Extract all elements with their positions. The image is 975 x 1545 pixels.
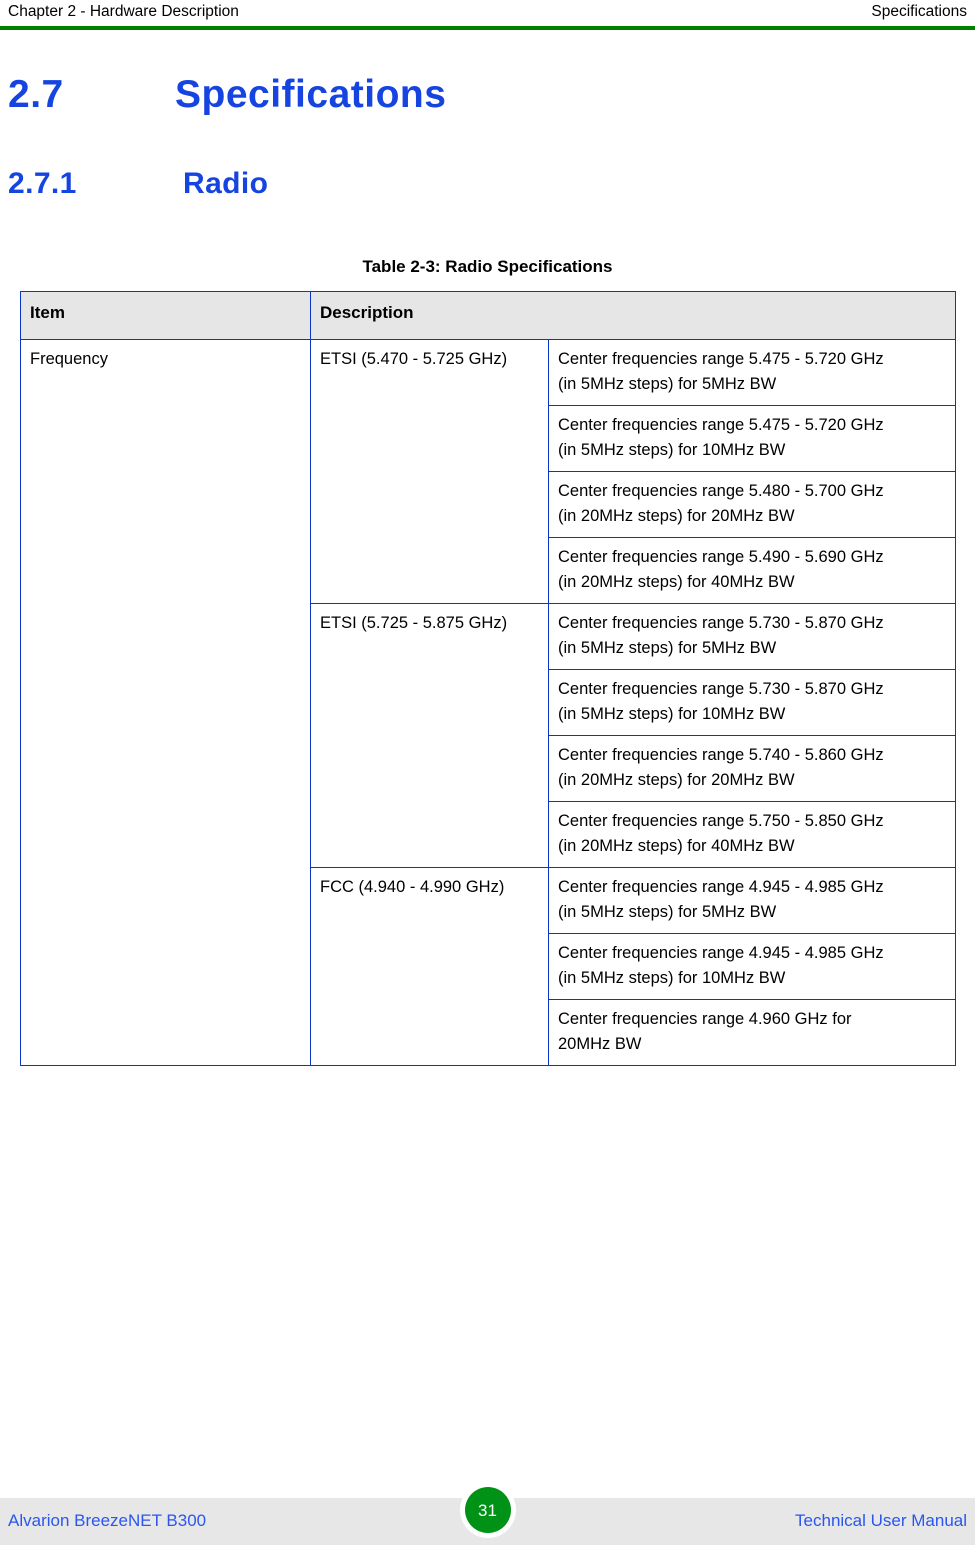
description-line-1: Center frequencies range 5.730 - 5.870 G… xyxy=(558,680,884,698)
header-divider-rule xyxy=(0,26,975,30)
table-caption: Table 2-3: Radio Specifications xyxy=(362,257,613,276)
description-line-2: (in 5MHz steps) for 5MHz BW xyxy=(558,903,777,921)
section-heading-2-7-1: 2.7.1 Radio xyxy=(8,166,268,202)
cell-description: Center frequencies range 4.945 - 4.985 G… xyxy=(548,867,956,934)
header-chapter-label: Chapter 2 - Hardware Description xyxy=(8,3,239,20)
description-line-2: 20MHz BW xyxy=(558,1035,642,1053)
section-title-radio: Radio xyxy=(183,167,269,200)
cell-band-0: ETSI (5.470 - 5.725 GHz) xyxy=(310,339,549,604)
description-line-2: (in 5MHz steps) for 5MHz BW xyxy=(558,375,777,393)
cell-description: Center frequencies range 5.480 - 5.700 G… xyxy=(548,471,956,538)
cell-description: Center frequencies range 5.730 - 5.870 G… xyxy=(548,669,956,736)
page-number-badge: 31 xyxy=(459,1482,516,1538)
cell-description: Center frequencies range 5.475 - 5.720 G… xyxy=(548,405,956,472)
description-line-1: Center frequencies range 5.750 - 5.850 G… xyxy=(558,812,884,830)
description-line-2: (in 5MHz steps) for 10MHz BW xyxy=(558,969,786,987)
description-line-1: Center frequencies range 5.475 - 5.720 G… xyxy=(558,416,884,434)
section-number-2-7: 2.7 xyxy=(8,73,64,116)
cell-band-1: ETSI (5.725 - 5.875 GHz) xyxy=(310,603,549,868)
description-line-1: Center frequencies range 5.490 - 5.690 G… xyxy=(558,548,884,566)
cell-description: Center frequencies range 4.960 GHz for 20… xyxy=(548,999,956,1066)
description-line-1: Center frequencies range 4.945 - 4.985 G… xyxy=(558,878,884,896)
description-line-1: Center frequencies range 5.480 - 5.700 G… xyxy=(558,482,884,500)
description-line-2: (in 20MHz steps) for 20MHz BW xyxy=(558,507,795,525)
description-line-2: (in 5MHz steps) for 10MHz BW xyxy=(558,705,786,723)
cell-item-frequency: Frequency xyxy=(20,339,311,1066)
description-line-1: Center frequencies range 5.475 - 5.720 G… xyxy=(558,350,884,368)
table-head: Item Description xyxy=(20,291,956,340)
description-line-2: (in 20MHz steps) for 40MHz BW xyxy=(558,573,795,591)
footer-manual-label: Technical User Manual xyxy=(795,1511,967,1530)
header-section-label: Specifications xyxy=(871,3,967,20)
radio-specifications-table: Item Description Frequency ETSI (5.470 - … xyxy=(20,291,956,1066)
column-header-item: Item xyxy=(20,291,311,340)
section-number-2-7-1: 2.7.1 xyxy=(8,167,77,200)
section-heading-2-7: 2.7 Specifications xyxy=(8,72,446,118)
cell-description: Center frequencies range 4.945 - 4.985 G… xyxy=(548,933,956,1000)
table-header-row: Item Description xyxy=(20,291,956,340)
description-line-1: Center frequencies range 4.960 GHz for xyxy=(558,1010,852,1028)
cell-description: Center frequencies range 5.490 - 5.690 G… xyxy=(548,537,956,604)
page-footer: Alvarion BreezeNET B300 31 Technical Use… xyxy=(0,1482,975,1545)
table-body: Frequency ETSI (5.470 - 5.725 GHz) Center … xyxy=(20,339,956,1066)
description-line-2: (in 20MHz steps) for 40MHz BW xyxy=(558,837,795,855)
cell-description: Center frequencies range 5.475 - 5.720 G… xyxy=(548,339,956,406)
description-line-1: Center frequencies range 5.740 - 5.860 G… xyxy=(558,746,884,764)
cell-description: Center frequencies range 5.750 - 5.850 G… xyxy=(548,801,956,868)
cell-description: Center frequencies range 5.730 - 5.870 G… xyxy=(548,603,956,670)
description-line-2: (in 20MHz steps) for 20MHz BW xyxy=(558,771,795,789)
section-title-specifications: Specifications xyxy=(175,73,447,116)
description-line-1: Center frequencies range 5.730 - 5.870 G… xyxy=(558,614,884,632)
description-line-2: (in 5MHz steps) for 10MHz BW xyxy=(558,441,786,459)
description-line-1: Center frequencies range 4.945 - 4.985 G… xyxy=(558,944,884,962)
page-number-disc: 31 xyxy=(464,1487,511,1533)
description-line-2: (in 5MHz steps) for 5MHz BW xyxy=(558,639,777,657)
footer-product-label: Alvarion BreezeNET B300 xyxy=(8,1511,207,1530)
page-number-text: 31 xyxy=(478,1500,497,1520)
column-header-description: Description xyxy=(310,291,956,340)
cell-description: Center frequencies range 5.740 - 5.860 G… xyxy=(548,735,956,802)
running-header: Chapter 2 - Hardware Description Specifi… xyxy=(0,0,975,27)
table-row: Frequency ETSI (5.470 - 5.725 GHz) Center … xyxy=(20,339,956,1066)
cell-band-2: FCC (4.940 - 4.990 GHz) xyxy=(310,867,549,1066)
